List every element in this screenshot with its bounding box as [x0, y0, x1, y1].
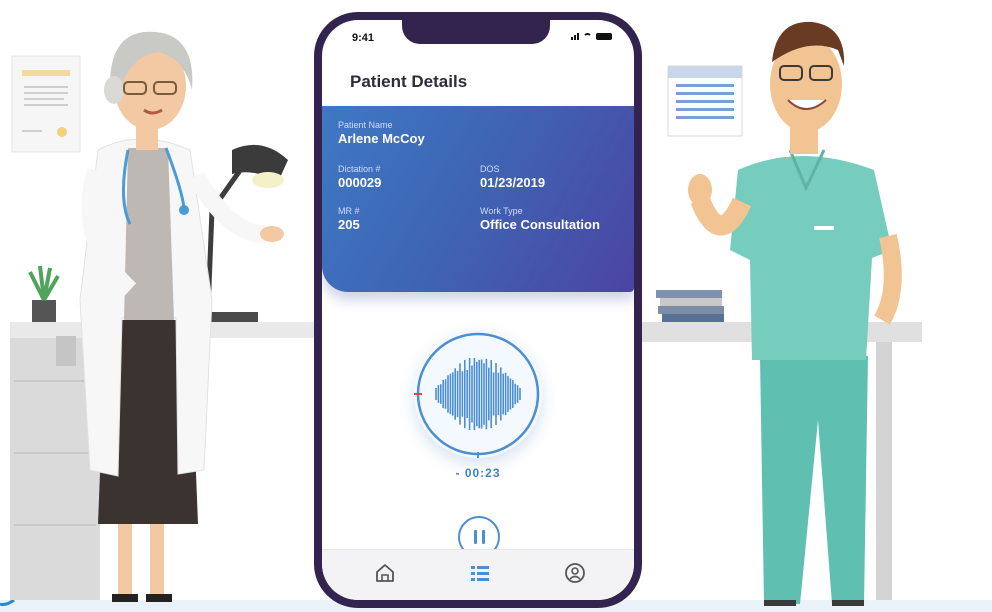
- dictation-field: Dictation # 000029: [338, 164, 381, 190]
- work-type-value: Office Consultation: [480, 217, 600, 232]
- book-stack: [656, 290, 724, 322]
- profile-icon: [565, 563, 585, 583]
- calendar: [667, 65, 743, 137]
- mr-value: 205: [338, 217, 360, 232]
- recording-timer: - 00:23: [455, 466, 501, 480]
- patient-details-card: Patient Name Arlene McCoy Dictation # 00…: [322, 106, 634, 292]
- work-type-field: Work Type Office Consultation: [480, 206, 600, 232]
- pause-icon: [473, 530, 485, 544]
- wifi-icon: [583, 33, 592, 40]
- nav-list-button[interactable]: [467, 560, 493, 586]
- dictation-label: Dictation #: [338, 164, 381, 174]
- patient-name-field: Patient Name Arlene McCoy: [338, 120, 425, 146]
- home-icon: [376, 564, 394, 582]
- waveform-graphic: [414, 332, 540, 458]
- work-type-label: Work Type: [480, 206, 523, 216]
- status-icons: [571, 33, 612, 40]
- battery-icon: [596, 33, 612, 40]
- nav-home-button[interactable]: [372, 560, 398, 586]
- patient-name-label: Patient Name: [338, 120, 393, 130]
- bottom-navigation: [322, 549, 634, 600]
- patient-name-value: Arlene McCoy: [338, 131, 425, 146]
- recording-visualizer: [414, 330, 542, 458]
- certificate-frame: [11, 55, 81, 153]
- illustration-scene: 9:41 Patient Details Patient Name Arlene…: [0, 0, 992, 612]
- dos-label: DOS: [480, 164, 500, 174]
- dos-field: DOS 01/23/2019: [480, 164, 545, 190]
- phone-frame: 9:41 Patient Details Patient Name Arlene…: [314, 12, 642, 608]
- status-time: 9:41: [352, 32, 375, 44]
- page-title: Patient Details: [350, 72, 468, 91]
- mr-label: MR #: [338, 206, 360, 216]
- mr-field: MR # 205: [338, 206, 360, 232]
- dictation-value: 000029: [338, 175, 382, 190]
- dos-value: 01/23/2019: [480, 175, 546, 190]
- nav-profile-button[interactable]: [562, 560, 588, 586]
- plant: [28, 265, 60, 322]
- signal-icon: [571, 33, 579, 40]
- list-icon: [471, 566, 489, 581]
- phone-notch: [402, 20, 550, 44]
- phone-screen: 9:41 Patient Details Patient Name Arlene…: [322, 20, 634, 600]
